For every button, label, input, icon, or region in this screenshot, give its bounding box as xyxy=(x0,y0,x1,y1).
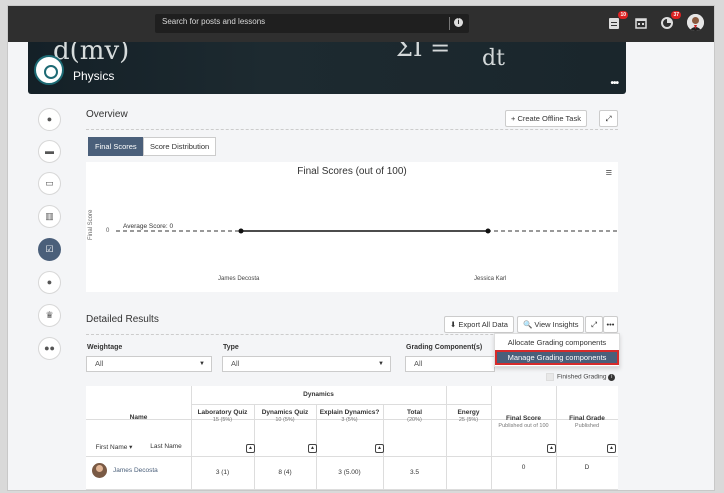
table-cell: 3 (5.00) xyxy=(338,469,361,476)
column-header: Final Score Published out of 100 xyxy=(498,415,549,429)
table-cell: D xyxy=(584,464,590,471)
column-header: Explain Dynamics? 3 (5%) xyxy=(319,409,380,423)
course-title: Physics xyxy=(73,69,115,83)
student-avatar xyxy=(92,463,107,478)
calendar-page-icon[interactable]: 10 xyxy=(607,11,628,30)
student-name-link[interactable]: James Decosta xyxy=(113,467,158,474)
type-select[interactable]: All ▼ xyxy=(222,356,391,372)
overview-heading: Overview xyxy=(86,109,128,120)
manage-grading-components-item[interactable]: Manage Grading components xyxy=(495,350,619,365)
banner-equation: d(mv) xyxy=(53,42,130,66)
column-header: Energy 25 (5%) xyxy=(457,409,480,423)
expand-icon[interactable]: ⤢ xyxy=(599,110,618,127)
weightage-label: Weightage xyxy=(87,344,123,351)
chart-x-tick: Jessica Karl xyxy=(474,276,507,282)
finished-grading-toggle[interactable]: Finished Grading i xyxy=(546,373,616,381)
column-header: Dynamics Quiz 10 (5%) xyxy=(261,409,309,423)
notifications-icon[interactable]: 37 xyxy=(660,11,681,30)
user-avatar[interactable] xyxy=(687,14,704,31)
calendar-icon[interactable] xyxy=(634,16,648,30)
search-separator xyxy=(449,17,450,30)
finished-grading-label: Finished Grading xyxy=(557,373,607,381)
weightage-value: All xyxy=(95,359,104,368)
app-window: Search for posts and lessons i 10 37 d(m… xyxy=(8,6,714,490)
expand-icon[interactable]: ⤢ xyxy=(585,316,603,333)
search-bar[interactable]: Search for posts and lessons i xyxy=(155,14,469,33)
grading-components-label: Grading Component(s) xyxy=(406,344,483,351)
info-icon[interactable]: i xyxy=(608,373,616,381)
banner-equation: ΣI = xyxy=(396,42,451,62)
overview-divider xyxy=(86,129,618,130)
allocate-grading-components-item[interactable]: Allocate Grading components xyxy=(495,338,619,347)
table-border xyxy=(491,386,492,490)
column-header: Final Grade Published xyxy=(569,415,605,429)
finished-grading-checkbox[interactable] xyxy=(546,373,554,381)
notifications-badge: 37 xyxy=(671,11,681,19)
more-options-menu: Allocate Grading components Manage Gradi… xyxy=(494,333,620,367)
sort-icon[interactable]: ▲ xyxy=(547,444,556,453)
info-icon[interactable]: i xyxy=(454,18,463,27)
type-label: Type xyxy=(223,344,239,351)
chart-x-tick: James Decosta xyxy=(218,276,260,282)
sidebar-chart-icon[interactable]: ▥ xyxy=(38,205,61,228)
weightage-select[interactable]: All ▼ xyxy=(86,356,212,372)
table-cell: 3.5 xyxy=(409,469,420,476)
grading-components-select[interactable]: All xyxy=(405,356,495,372)
table-border xyxy=(446,386,447,490)
sidebar-group-icon[interactable]: ●● xyxy=(38,337,61,360)
sidebar-folder-icon[interactable]: ▬ xyxy=(38,140,61,163)
banner-more-icon[interactable]: ••• xyxy=(610,78,618,89)
final-scores-chart: Final Scores (out of 100) ≡ Final Score … xyxy=(86,162,618,292)
data-point xyxy=(485,228,491,234)
name-header: Name xyxy=(129,414,148,421)
table-cell: 8 (4) xyxy=(278,469,292,476)
sort-icon[interactable]: ▲ xyxy=(607,444,616,453)
data-point xyxy=(238,228,244,234)
sort-icon[interactable]: ▲ xyxy=(375,444,384,453)
last-name-sort[interactable]: Last Name xyxy=(141,443,191,450)
sort-icon[interactable]: ▲ xyxy=(308,444,317,453)
results-table: Dynamics Name First Name ▾ Last Name Lab… xyxy=(86,386,618,490)
course-banner: d(mv) ΣI = dt Physics ••• xyxy=(28,42,626,94)
sort-icon[interactable]: ▲ xyxy=(246,444,255,453)
calendar-page-badge: 10 xyxy=(618,11,628,19)
table-border xyxy=(86,489,618,490)
table-border xyxy=(86,456,618,457)
sidebar-comments-icon[interactable]: ● xyxy=(38,108,61,131)
column-header: Laboratory Quiz 15 (5%) xyxy=(197,409,248,423)
grading-components-value: All xyxy=(414,359,423,368)
create-offline-task-button[interactable]: + Create Offline Task xyxy=(505,110,587,127)
sidebar-person-icon[interactable]: ● xyxy=(38,271,61,294)
chevron-down-icon: ▼ xyxy=(378,361,384,367)
course-logo xyxy=(34,55,64,85)
export-all-data-button[interactable]: ⬇ Export All Data xyxy=(444,316,514,333)
type-value: All xyxy=(231,359,240,368)
detailed-results-heading: Detailed Results xyxy=(86,314,159,325)
tab-score-distribution[interactable]: Score Distribution xyxy=(143,137,217,156)
tab-final-scores[interactable]: Final Scores xyxy=(88,137,144,156)
sidebar-trophy-icon[interactable]: ♛ xyxy=(38,304,61,327)
sidebar-card-icon[interactable]: ▭ xyxy=(38,172,61,195)
table-border xyxy=(556,386,557,490)
more-options-icon[interactable]: ••• xyxy=(603,316,618,333)
top-navigation-bar: Search for posts and lessons i 10 37 xyxy=(8,6,714,42)
average-score-label: Average Score: 0 xyxy=(122,223,175,230)
column-header: Total (20%) xyxy=(406,409,423,423)
view-insights-button[interactable]: 🔍 View Insights xyxy=(517,316,585,333)
sidebar-grades-icon[interactable]: ☑ xyxy=(38,238,61,261)
group-header: Dynamics xyxy=(303,391,334,398)
table-cell: 0 xyxy=(521,464,526,471)
banner-equation: dt xyxy=(482,46,505,71)
table-cell: 3 (1) xyxy=(215,469,230,476)
chevron-down-icon: ▼ xyxy=(199,361,205,367)
search-placeholder[interactable]: Search for posts and lessons xyxy=(162,17,265,26)
first-name-sort[interactable]: First Name ▾ xyxy=(88,443,140,451)
